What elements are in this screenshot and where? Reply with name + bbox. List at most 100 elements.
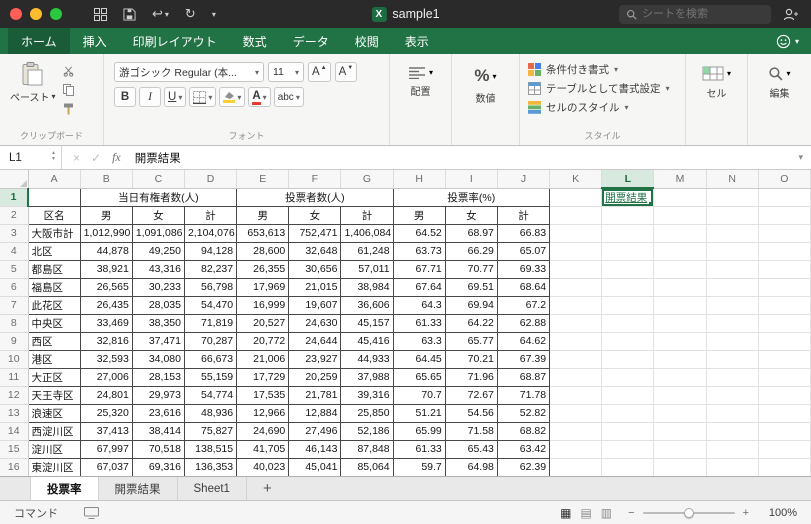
page-break-view-button[interactable]: ▥ <box>601 506 612 520</box>
cell-D4[interactable]: 94,128 <box>184 242 238 261</box>
normal-view-button[interactable]: ▦ <box>560 506 571 520</box>
cell-F16[interactable]: 45,041 <box>288 458 342 476</box>
cell-B11[interactable]: 27,006 <box>80 368 133 387</box>
cell-D9[interactable]: 70,287 <box>184 332 238 351</box>
cell-K3[interactable] <box>549 224 603 243</box>
cell-E10[interactable]: 21,006 <box>236 350 290 369</box>
cell-L4[interactable] <box>601 242 655 261</box>
fullscreen-window-button[interactable] <box>50 8 62 20</box>
cell-I3[interactable]: 68.97 <box>445 224 498 243</box>
cell-H10[interactable]: 64.45 <box>393 350 446 369</box>
column-header-G[interactable]: G <box>340 170 394 189</box>
column-header-F[interactable]: F <box>288 170 342 189</box>
cell-F6[interactable]: 21,015 <box>288 278 342 297</box>
view-grid-icon[interactable] <box>94 7 107 21</box>
cell-J15[interactable]: 63.42 <box>497 440 551 459</box>
cell-G13[interactable]: 25,850 <box>340 404 394 423</box>
cell-J4[interactable]: 65.07 <box>497 242 551 261</box>
cell-I5[interactable]: 70.77 <box>445 260 498 279</box>
cell-H9[interactable]: 63.3 <box>393 332 446 351</box>
cell-F7[interactable]: 19,607 <box>288 296 342 315</box>
close-window-button[interactable] <box>10 8 22 20</box>
row-header-11[interactable]: 11 <box>0 368 29 387</box>
cell-C5[interactable]: 43,316 <box>132 260 185 279</box>
cell-F13[interactable]: 12,884 <box>288 404 342 423</box>
redo-button[interactable]: ↻ <box>185 6 196 22</box>
cell-D8[interactable]: 71,819 <box>184 314 238 333</box>
cell-F3[interactable]: 752,471 <box>288 224 342 243</box>
cell-K15[interactable] <box>549 440 603 459</box>
cell-L9[interactable] <box>601 332 655 351</box>
row-header-12[interactable]: 12 <box>0 386 29 405</box>
cell-N8[interactable] <box>706 314 759 333</box>
ribbon-tab-3[interactable]: 印刷レイアウト <box>120 28 230 54</box>
cell-E16[interactable]: 40,023 <box>236 458 290 476</box>
screen-icon[interactable] <box>84 506 99 519</box>
cell-F2[interactable]: 女 <box>288 206 342 225</box>
row-header-6[interactable]: 6 <box>0 278 29 297</box>
sheet-tab-2[interactable]: 開票結果 <box>99 477 178 500</box>
cell-H11[interactable]: 65.65 <box>393 368 446 387</box>
cell-N1[interactable] <box>706 188 759 207</box>
cell-C11[interactable]: 28,153 <box>132 368 185 387</box>
search-input[interactable] <box>642 8 764 20</box>
cell-O9[interactable] <box>758 332 811 351</box>
confirm-entry-button[interactable]: ✓ <box>91 151 101 165</box>
cell-C16[interactable]: 69,316 <box>132 458 185 476</box>
add-sheet-button[interactable]: + <box>247 477 288 500</box>
cell-G3[interactable]: 1,406,084 <box>340 224 394 243</box>
cell-F8[interactable]: 24,630 <box>288 314 342 333</box>
cut-icon[interactable] <box>63 65 74 77</box>
cell-H3[interactable]: 64.52 <box>393 224 446 243</box>
row-header-15[interactable]: 15 <box>0 440 29 459</box>
cell-M7[interactable] <box>653 296 707 315</box>
cell-O1[interactable] <box>758 188 811 207</box>
cell-J3[interactable]: 66.83 <box>497 224 551 243</box>
cell-L5[interactable] <box>601 260 655 279</box>
cancel-entry-button[interactable]: × <box>73 151 80 165</box>
cell-E14[interactable]: 24,690 <box>236 422 290 441</box>
cell-F9[interactable]: 24,644 <box>288 332 342 351</box>
cell-I9[interactable]: 65.77 <box>445 332 498 351</box>
cell-H5[interactable]: 67.71 <box>393 260 446 279</box>
paste-button[interactable]: ペースト ▾ <box>10 62 56 115</box>
minimize-window-button[interactable] <box>30 8 42 20</box>
cell-N9[interactable] <box>706 332 759 351</box>
format-as-table-button[interactable]: テーブルとして書式設定 ▾ <box>528 79 685 98</box>
cell-E6[interactable]: 17,969 <box>236 278 290 297</box>
cell-K1[interactable] <box>549 188 603 207</box>
cell-H15[interactable]: 61.33 <box>393 440 446 459</box>
cell-M3[interactable] <box>653 224 707 243</box>
zoom-in-button[interactable]: + <box>743 507 749 519</box>
cell-O13[interactable] <box>758 404 811 423</box>
cell-A15[interactable]: 淀川区 <box>28 440 81 459</box>
cell-K10[interactable] <box>549 350 603 369</box>
cell-styles-button[interactable]: セルのスタイル ▾ <box>528 98 685 117</box>
merged-header-2[interactable]: 投票者数(人) <box>236 188 394 207</box>
formula-bar-value[interactable]: 開票結果 <box>135 150 181 166</box>
cell-G12[interactable]: 39,316 <box>340 386 394 405</box>
cell-A1[interactable] <box>28 188 81 207</box>
cell-L12[interactable] <box>601 386 655 405</box>
cell-K11[interactable] <box>549 368 603 387</box>
cell-G15[interactable]: 87,848 <box>340 440 394 459</box>
increase-font-size-button[interactable]: A ▲ <box>308 62 331 82</box>
cell-N2[interactable] <box>706 206 759 225</box>
cell-N16[interactable] <box>706 458 759 476</box>
cell-B8[interactable]: 33,469 <box>80 314 133 333</box>
column-header-I[interactable]: I <box>445 170 498 189</box>
cell-E11[interactable]: 17,729 <box>236 368 290 387</box>
column-header-E[interactable]: E <box>236 170 290 189</box>
cell-A6[interactable]: 福島区 <box>28 278 81 297</box>
zoom-slider[interactable] <box>642 507 735 518</box>
sheet-tab-3[interactable]: Sheet1 <box>178 477 247 500</box>
cell-I8[interactable]: 64.22 <box>445 314 498 333</box>
cell-L10[interactable] <box>601 350 655 369</box>
cell-N11[interactable] <box>706 368 759 387</box>
cell-K2[interactable] <box>549 206 603 225</box>
cell-I13[interactable]: 54.56 <box>445 404 498 423</box>
cell-D15[interactable]: 138,515 <box>184 440 238 459</box>
cell-D5[interactable]: 82,237 <box>184 260 238 279</box>
ribbon-tab-6[interactable]: 校閲 <box>342 28 392 54</box>
cell-M9[interactable] <box>653 332 707 351</box>
